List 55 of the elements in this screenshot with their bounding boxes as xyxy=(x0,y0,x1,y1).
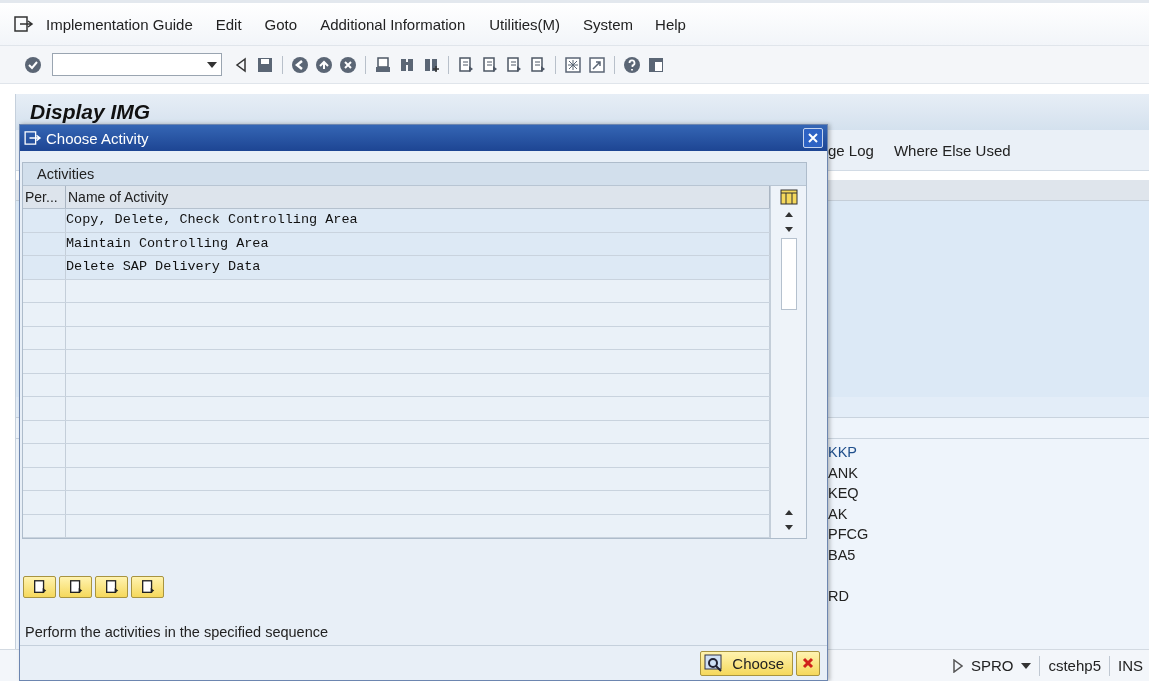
magnifier-icon xyxy=(704,654,725,672)
previous-page-button[interactable] xyxy=(59,576,92,598)
system-name: cstehp5 xyxy=(1048,657,1101,674)
dialog-menu-icon[interactable] xyxy=(24,131,42,145)
code-text: KEQ xyxy=(828,484,860,503)
toolbar-button[interactable]: Where Else Used xyxy=(893,141,1011,159)
layout-icon[interactable] xyxy=(647,55,665,74)
dropdown-caret-icon[interactable] xyxy=(1021,662,1032,669)
screen-title: Display IMG xyxy=(30,100,151,124)
scroll-thumb[interactable] xyxy=(780,238,797,310)
first-page-button[interactable] xyxy=(23,576,56,598)
code-text: ANK xyxy=(828,463,859,483)
first-page-icon[interactable] xyxy=(457,55,475,74)
cancel-icon[interactable] xyxy=(339,55,357,74)
next-page-icon[interactable] xyxy=(505,55,523,74)
menu-item[interactable]: System xyxy=(583,15,634,33)
code-text: RD xyxy=(828,586,850,606)
last-page-icon[interactable] xyxy=(529,55,547,74)
column-header[interactable]: Per... xyxy=(23,186,66,208)
instruction-text: Perform the activities in the specified sequence xyxy=(25,624,330,640)
code-text: AK xyxy=(828,504,849,524)
window-icon[interactable] xyxy=(564,55,582,74)
code-text: PFCG xyxy=(828,525,870,544)
dropdown-caret-icon[interactable] xyxy=(207,61,217,68)
choose-button[interactable]: Choose xyxy=(700,650,793,676)
next-page-button[interactable] xyxy=(95,576,128,598)
command-field[interactable] xyxy=(52,53,222,76)
menu-item[interactable]: Utilities(M) xyxy=(489,15,561,33)
close-icon xyxy=(807,132,819,144)
menu-item[interactable]: Implementation Guide xyxy=(46,15,193,33)
previous-page-icon[interactable] xyxy=(481,55,499,74)
input-mode: INS xyxy=(1118,657,1143,674)
section-title: Activities xyxy=(23,163,806,186)
print-icon[interactable] xyxy=(374,55,392,74)
back-icon[interactable] xyxy=(291,55,309,74)
dialog-title: Choose Activity xyxy=(46,129,150,147)
expand-triangle-icon[interactable] xyxy=(952,658,963,673)
checkmark-icon[interactable] xyxy=(24,55,42,74)
exit-icon[interactable] xyxy=(315,55,333,74)
close-icon xyxy=(802,657,814,669)
cancel-button[interactable] xyxy=(796,650,820,676)
toolbar-button[interactable]: ge Log xyxy=(828,141,874,159)
menu-item[interactable]: Help xyxy=(655,15,686,33)
transaction-code[interactable]: SPRO xyxy=(970,657,1014,674)
code-text: BA5 xyxy=(828,545,857,565)
menu-item[interactable]: Goto xyxy=(264,15,298,33)
menu-icon[interactable] xyxy=(14,16,34,32)
close-button[interactable] xyxy=(803,128,823,148)
menu-item[interactable]: Edit xyxy=(215,15,242,33)
column-settings-icon[interactable] xyxy=(779,188,798,206)
menu-item[interactable]: Additional Information xyxy=(320,15,466,33)
save-icon[interactable] xyxy=(256,55,274,74)
help-icon[interactable] xyxy=(623,55,641,74)
last-page-button[interactable] xyxy=(131,576,164,598)
code-text[interactable]: KKP xyxy=(828,442,1149,463)
